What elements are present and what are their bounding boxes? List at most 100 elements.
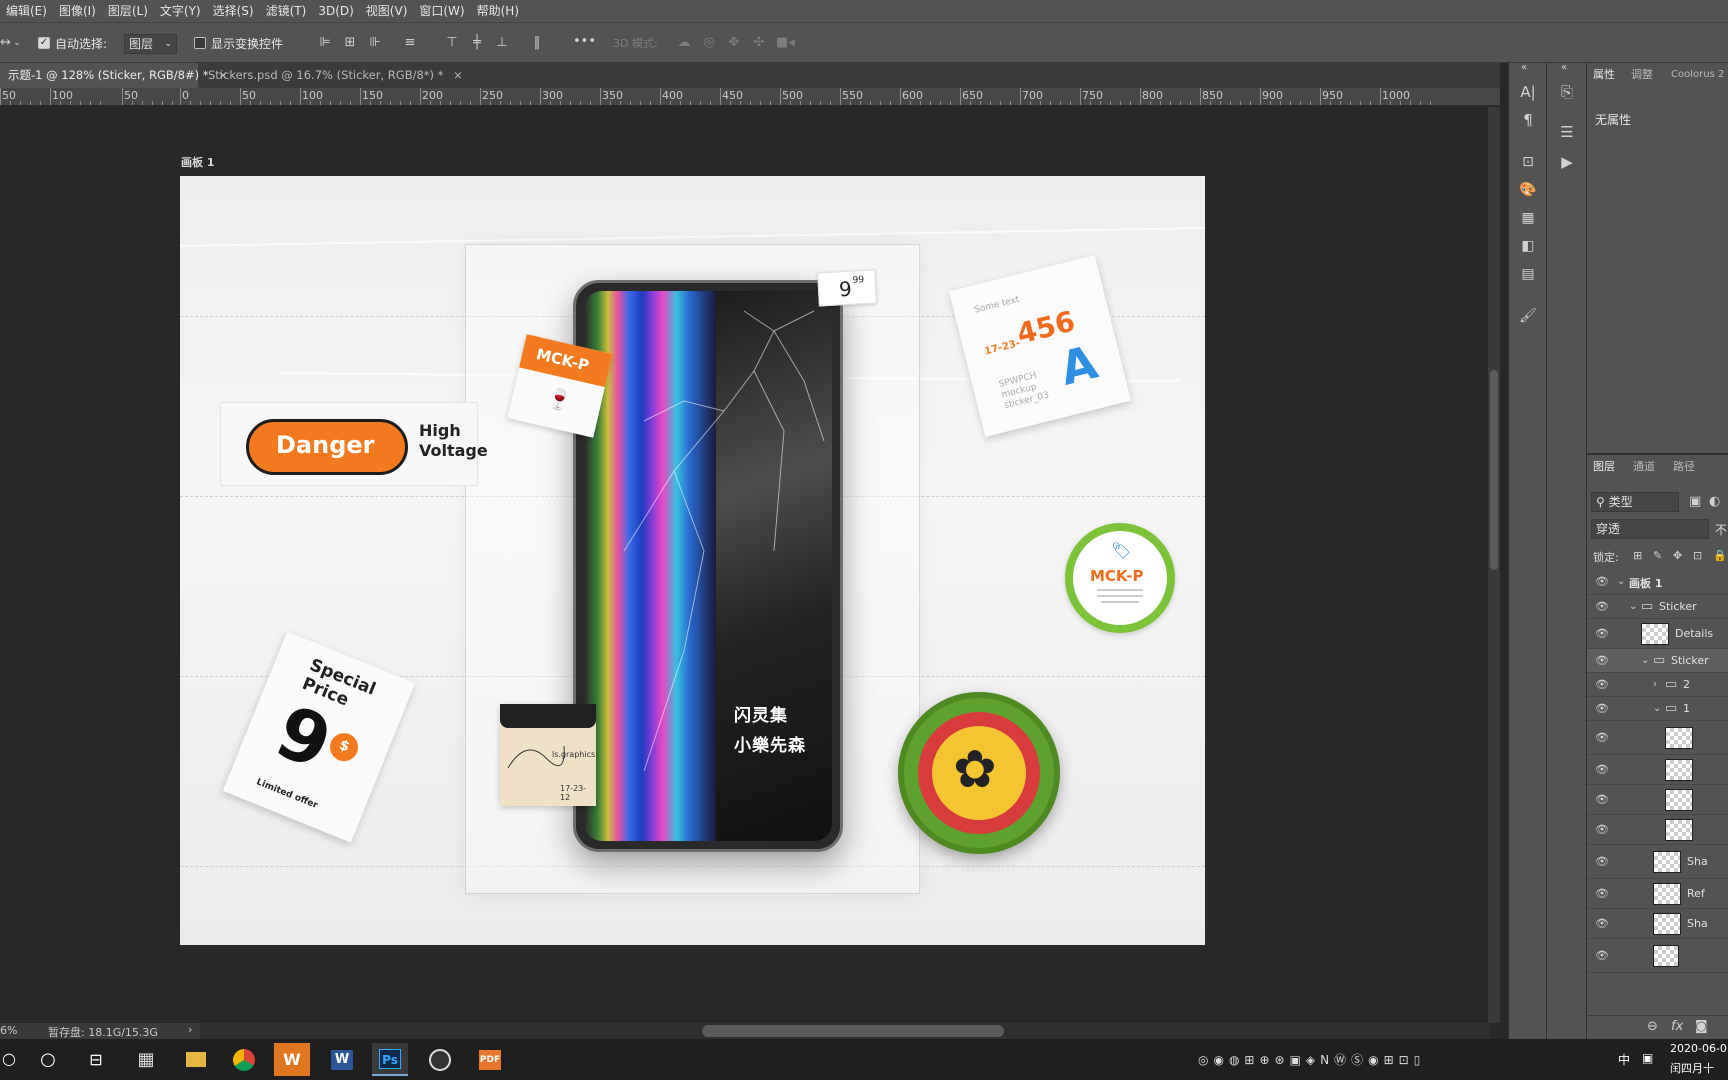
tab-properties[interactable]: 属性: [1587, 63, 1625, 87]
ime-indicator[interactable]: 中: [1618, 1051, 1630, 1068]
tab-paths[interactable]: 路径: [1667, 455, 1707, 479]
collapse-icon[interactable]: «: [1521, 61, 1527, 75]
3d-roll-icon[interactable]: ◎: [701, 36, 717, 50]
add-mask-icon[interactable]: ◙: [1695, 1020, 1708, 1034]
adjust-sliders-icon[interactable]: ☰: [1558, 125, 1576, 140]
layer-row[interactable]: 👁 Sha: [1587, 845, 1728, 879]
fx-icon[interactable]: fx: [1671, 1020, 1683, 1034]
wps-app[interactable]: W: [274, 1043, 310, 1076]
align-top-icon[interactable]: ⊤: [445, 36, 459, 50]
layer-row[interactable]: 👁: [1587, 755, 1728, 785]
character-panel-icon[interactable]: A|: [1519, 85, 1537, 100]
menu-select[interactable]: 选择(S): [207, 0, 260, 22]
expand-chevron-icon[interactable]: ⌄: [1641, 654, 1649, 668]
visibility-eye-icon[interactable]: 👁: [1595, 823, 1609, 837]
explorer-app[interactable]: [178, 1043, 214, 1076]
notification-icon[interactable]: ▣: [1642, 1051, 1653, 1065]
lock-transparent-icon[interactable]: ⊞: [1633, 549, 1642, 563]
align-left-icon[interactable]: ⊫: [318, 36, 332, 50]
layer-row[interactable]: 👁 › ▭ 2: [1587, 673, 1728, 697]
visibility-eye-icon[interactable]: 👁: [1595, 678, 1609, 692]
obs-app[interactable]: [422, 1043, 458, 1076]
3d-scale-icon[interactable]: ■◂: [776, 36, 795, 50]
3d-slide-icon[interactable]: ✣: [751, 36, 767, 50]
system-tray-icons[interactable]: ◎◉◍⊞⊕⊛▣◈NⓌⓈ◉⊞⊡▯: [1198, 1051, 1425, 1068]
expand-chevron-icon[interactable]: ›: [1653, 678, 1657, 692]
visibility-eye-icon[interactable]: 👁: [1595, 654, 1609, 668]
distribute-vertical-icon[interactable]: ‖: [530, 36, 544, 50]
gradient-panel-icon[interactable]: ◧: [1519, 239, 1537, 253]
show-transform-checkbox[interactable]: [194, 37, 206, 49]
3d-orbit-icon[interactable]: ☁: [676, 36, 692, 50]
layer-row[interactable]: 👁 ⌄ ▭ Sticker: [1587, 595, 1728, 619]
layer-filter-dropdown[interactable]: ⚲ 类型: [1591, 492, 1679, 512]
visibility-eye-icon[interactable]: 👁: [1595, 793, 1609, 807]
layer-row[interactable]: 👁: [1587, 815, 1728, 845]
menu-layer[interactable]: 图层(L): [102, 0, 154, 22]
brush-settings-icon[interactable]: 🖌: [1519, 309, 1537, 323]
move-tool-icon[interactable]: ↔: [0, 36, 11, 50]
visibility-eye-icon[interactable]: 👁: [1595, 855, 1609, 869]
search-ring-icon[interactable]: ○: [2, 1049, 16, 1068]
task-view-button[interactable]: ⊟: [78, 1043, 114, 1076]
layer-row[interactable]: 👁 ⌄ 画板 1: [1587, 569, 1728, 595]
align-vcenter-icon[interactable]: ╪: [470, 36, 484, 50]
layer-row[interactable]: 👁 ⌄ ▭ 1: [1587, 697, 1728, 721]
layer-row[interactable]: 👁: [1587, 721, 1728, 755]
status-arrow-icon[interactable]: ›: [188, 1023, 192, 1036]
menu-filter[interactable]: 滤镜(T): [260, 0, 313, 22]
layer-row[interactable]: 👁: [1587, 785, 1728, 815]
collapse-icon[interactable]: «: [1561, 61, 1567, 75]
adjustment-filter-icon[interactable]: ◐: [1709, 495, 1720, 509]
align-hcenter-icon[interactable]: ⊞: [343, 36, 357, 50]
lock-artboard-icon[interactable]: ⊡: [1693, 549, 1702, 563]
visibility-eye-icon[interactable]: 👁: [1595, 600, 1609, 614]
more-options-button[interactable]: •••: [573, 35, 596, 49]
actions-play-icon[interactable]: ▶: [1558, 155, 1576, 170]
layer-row[interactable]: 👁 Sha: [1587, 909, 1728, 939]
layer-row[interactable]: 👁: [1587, 939, 1728, 973]
vertical-scroll-thumb[interactable]: [1490, 370, 1498, 570]
distribute-icon[interactable]: ≡: [403, 36, 417, 50]
menu-edit[interactable]: 编辑(E): [0, 0, 53, 22]
visibility-eye-icon[interactable]: 👁: [1595, 731, 1609, 745]
layer-row[interactable]: 👁 ⌄ ▭ Sticker: [1587, 649, 1728, 673]
menu-help[interactable]: 帮助(H): [471, 0, 525, 22]
layer-row[interactable]: 👁 Details: [1587, 619, 1728, 649]
horizontal-scroll-thumb[interactable]: [702, 1025, 1004, 1037]
lock-pixels-icon[interactable]: ✎: [1653, 549, 1662, 563]
menu-window[interactable]: 窗口(W): [413, 0, 470, 22]
calculator-app[interactable]: ▦: [128, 1043, 164, 1076]
auto-select-checkbox[interactable]: [38, 37, 50, 49]
tab-close-icon[interactable]: ×: [453, 68, 463, 82]
word-app[interactable]: W: [324, 1043, 360, 1076]
tab-stickers[interactable]: Stickers.psd @ 16.7% (Sticker, RGB/8*) *…: [200, 63, 463, 88]
auto-select-dropdown[interactable]: 图层 ⌄: [124, 34, 177, 54]
layer-row[interactable]: 👁 Ref: [1587, 879, 1728, 909]
visibility-eye-icon[interactable]: 👁: [1595, 763, 1609, 777]
swatches-icon[interactable]: ▦: [1519, 211, 1537, 225]
visibility-eye-icon[interactable]: 👁: [1595, 627, 1609, 641]
align-right-icon[interactable]: ⊪: [368, 36, 382, 50]
tab-adjustments[interactable]: 调整: [1625, 63, 1665, 87]
image-filter-icon[interactable]: ▣: [1689, 495, 1701, 509]
chrome-app[interactable]: [226, 1043, 262, 1076]
menu-type[interactable]: 文字(Y): [154, 0, 207, 22]
visibility-eye-icon[interactable]: 👁: [1595, 949, 1609, 963]
menu-image[interactable]: 图像(I): [53, 0, 102, 22]
expand-chevron-icon[interactable]: ⌄: [1629, 600, 1637, 614]
history-panel-icon[interactable]: ⎘: [1558, 85, 1576, 100]
tab-coolorus[interactable]: Coolorus 2: [1665, 63, 1728, 87]
artboard[interactable]: 闪灵集 小樂先森 9 99 MCK-P 🍷 Danger High Voltag…: [180, 176, 1205, 945]
expand-chevron-icon[interactable]: ⌄: [1617, 575, 1625, 589]
3d-pan-icon[interactable]: ✥: [726, 36, 742, 50]
tab-untitled-1[interactable]: 示题-1 @ 128% (Sticker, RGB/8#) * ×: [0, 63, 228, 88]
clock-day[interactable]: 闰四月十: [1670, 1060, 1714, 1076]
menu-3d[interactable]: 3D(D): [312, 0, 359, 22]
zoom-level[interactable]: 6%: [0, 1024, 17, 1037]
photoshop-app[interactable]: Ps: [372, 1043, 408, 1076]
visibility-eye-icon[interactable]: 👁: [1595, 575, 1609, 589]
paragraph-panel-icon[interactable]: ¶: [1519, 113, 1537, 128]
visibility-eye-icon[interactable]: 👁: [1595, 917, 1609, 931]
blend-mode-dropdown[interactable]: 穿透: [1591, 519, 1709, 539]
